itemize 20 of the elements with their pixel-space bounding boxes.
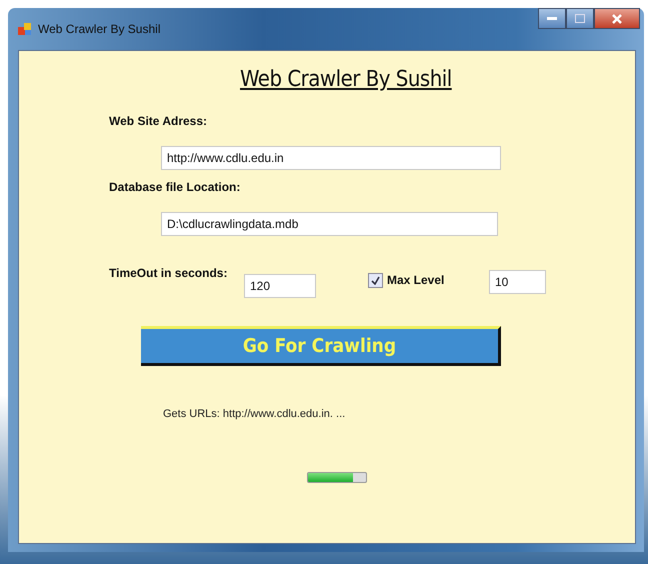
check-icon: [371, 276, 380, 285]
window-title: Web Crawler By Sushil: [38, 22, 160, 36]
field-label: TimeOut in seconds:: [109, 266, 228, 280]
checkbox-label: Max Level: [387, 273, 444, 287]
maximize-button[interactable]: [566, 8, 594, 29]
website-field[interactable]: http://www.cdlu.edu.in: [161, 146, 501, 170]
status-text: Gets URLs: http://www.cdlu.edu.in. ...: [163, 408, 346, 420]
app-icon: [18, 22, 32, 36]
close-button[interactable]: [594, 8, 640, 29]
max-level-field[interactable]: 10: [489, 270, 546, 294]
database-field[interactable]: D:\cdlucrawlingdata.mdb: [161, 212, 498, 236]
minimize-button[interactable]: [538, 8, 566, 29]
maximize-icon: [575, 14, 585, 23]
field-label: Database file Location:: [109, 180, 240, 194]
field-label: Web Site Adress:: [109, 114, 208, 128]
minimize-icon: [547, 16, 557, 20]
close-icon: [612, 14, 622, 24]
app-heading: Web Crawler By Sushil: [240, 67, 452, 92]
max-level-checkbox[interactable]: [368, 273, 383, 288]
timeout-field[interactable]: 120: [244, 274, 316, 298]
